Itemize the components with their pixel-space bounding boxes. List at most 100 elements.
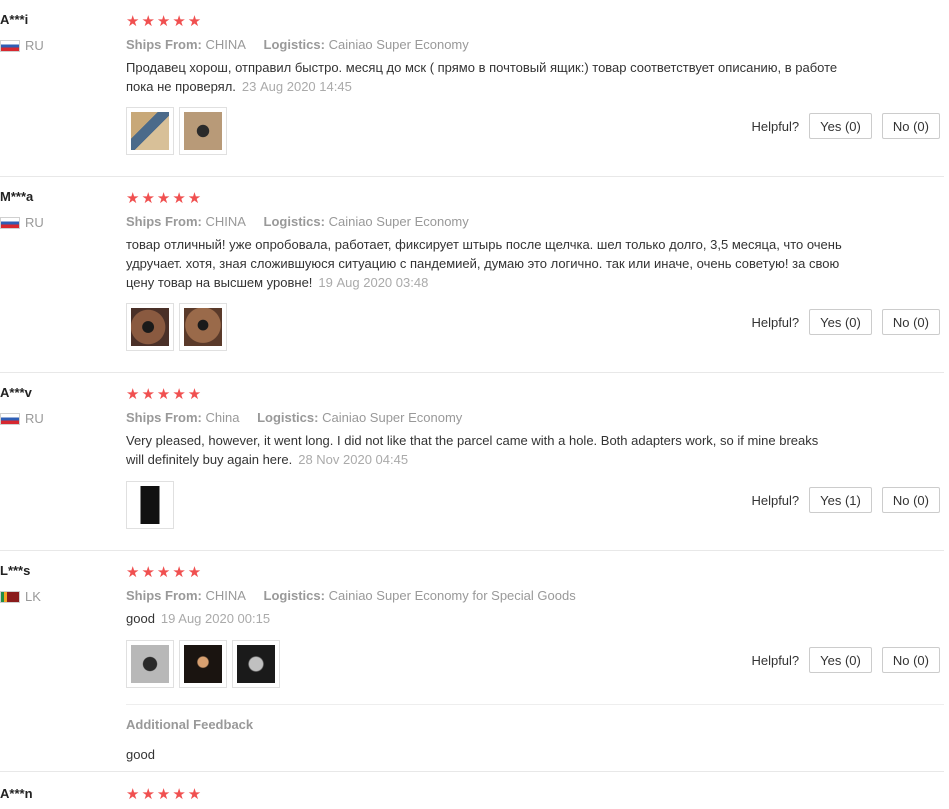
- review-text: товар отличный! уже опробовала, работает…: [126, 237, 842, 290]
- sri-lanka-flag-icon: [0, 590, 20, 603]
- helpful-section: Helpful? Yes (0) No (0): [751, 309, 940, 335]
- review-date: 28 Nov 2020 04:45: [298, 452, 409, 467]
- review-photo-thumbnail[interactable]: [126, 481, 174, 529]
- review-photo-thumbnail[interactable]: [126, 640, 174, 688]
- helpful-no-button[interactable]: No (0): [881, 113, 940, 139]
- review-photo-thumbnail[interactable]: [179, 640, 227, 688]
- helpful-section: Helpful? Yes (0) No (0): [751, 647, 940, 673]
- logistics-label: Logistics:: [257, 410, 319, 425]
- reviewer-name: A***i: [0, 12, 29, 27]
- helpful-yes-button[interactable]: Yes (0): [809, 309, 872, 335]
- review-photo-thumbnail[interactable]: [126, 303, 174, 351]
- review-photo-thumbnail[interactable]: [179, 107, 227, 155]
- helpful-yes-button[interactable]: Yes (1): [809, 487, 872, 513]
- star-rating: ★★★★★: [126, 564, 204, 581]
- review-item: A***i RU ★★★★★ Ships From: CHINA Logisti…: [0, 0, 944, 177]
- reviewer-name: M***a: [0, 189, 34, 204]
- review-content: ★★★★★ Ships From: CHINA Logistics: Caini…: [126, 565, 846, 628]
- review-photos: [126, 303, 227, 351]
- reviewer-country: RU: [0, 215, 110, 230]
- russia-flag-icon: [0, 412, 20, 425]
- reviewer-country: RU: [0, 38, 110, 53]
- russia-flag-icon: [0, 216, 20, 229]
- country-code: RU: [25, 38, 44, 53]
- helpful-yes-button[interactable]: Yes (0): [809, 113, 872, 139]
- reviewer-name: A***n: [0, 786, 33, 801]
- review-date: 19 Aug 2020 03:48: [318, 275, 429, 290]
- review-item: A***v RU ★★★★★ Ships From: China Logisti…: [0, 373, 944, 551]
- logistics-label: Logistics:: [263, 37, 325, 52]
- review-text-block: Very pleased, however, it went long. I d…: [126, 431, 826, 469]
- shipping-info: Ships From: China Logistics: Cainiao Sup…: [126, 410, 846, 425]
- helpful-label: Helpful?: [751, 314, 800, 330]
- ships-from-label: Ships From:: [126, 588, 202, 603]
- reviewer-info: M***a RU: [0, 189, 110, 230]
- country-code: LK: [25, 589, 41, 604]
- review-content: ★★★★★ Ships From: CHINA Logistics: Caini…: [126, 14, 846, 96]
- helpful-yes-button[interactable]: Yes (0): [809, 647, 872, 673]
- review-item: A***n ★★★★★: [0, 772, 944, 809]
- review-photo-thumbnail[interactable]: [179, 303, 227, 351]
- review-photos: [126, 640, 280, 688]
- reviewer-info: A***i RU: [0, 12, 110, 53]
- review-photo-thumbnail[interactable]: [126, 107, 174, 155]
- helpful-label: Helpful?: [751, 652, 800, 668]
- russia-flag-icon: [0, 39, 20, 52]
- star-rating: ★★★★★: [126, 190, 204, 207]
- reviewer-info: L***s LK: [0, 563, 110, 604]
- review-content: ★★★★★: [126, 787, 846, 803]
- helpful-label: Helpful?: [751, 118, 800, 134]
- ships-from-value: CHINA: [205, 37, 246, 52]
- review-text: good: [126, 611, 155, 626]
- ships-from-value: China: [205, 410, 240, 425]
- reviewer-country: LK: [0, 589, 110, 604]
- shipping-info: Ships From: CHINA Logistics: Cainiao Sup…: [126, 588, 846, 603]
- shipping-info: Ships From: CHINA Logistics: Cainiao Sup…: [126, 214, 846, 229]
- logistics-value: Cainiao Super Economy for Special Goods: [328, 588, 576, 603]
- star-rating: ★★★★★: [126, 13, 204, 30]
- ships-from-label: Ships From:: [126, 37, 202, 52]
- ships-from-value: CHINA: [205, 588, 246, 603]
- helpful-label: Helpful?: [751, 492, 800, 508]
- review-photos: [126, 107, 227, 155]
- star-rating: ★★★★★: [126, 786, 204, 803]
- logistics-value: Cainiao Super Economy: [322, 410, 463, 425]
- helpful-no-button[interactable]: No (0): [881, 487, 940, 513]
- logistics-label: Logistics:: [263, 214, 325, 229]
- helpful-section: Helpful? Yes (0) No (0): [751, 113, 940, 139]
- additional-feedback: Additional Feedback good: [126, 704, 944, 762]
- reviewer-info: A***v RU: [0, 385, 110, 426]
- review-photos: [126, 481, 174, 529]
- review-item: L***s LK ★★★★★ Ships From: CHINA Logisti…: [0, 551, 944, 772]
- helpful-section: Helpful? Yes (1) No (0): [751, 487, 940, 513]
- ships-from-value: CHINA: [205, 214, 246, 229]
- review-photo-thumbnail[interactable]: [232, 640, 280, 688]
- reviewer-info: A***n: [0, 786, 110, 802]
- logistics-label: Logistics:: [263, 588, 325, 603]
- country-code: RU: [25, 215, 44, 230]
- helpful-no-button[interactable]: No (0): [881, 647, 940, 673]
- logistics-value: Cainiao Super Economy: [328, 37, 469, 52]
- review-date: 23 Aug 2020 14:45: [241, 79, 352, 94]
- review-item: M***a RU ★★★★★ Ships From: CHINA Logisti…: [0, 177, 944, 373]
- logistics-value: Cainiao Super Economy: [328, 214, 469, 229]
- country-code: RU: [25, 411, 44, 426]
- reviewer-name: L***s: [0, 563, 31, 578]
- additional-feedback-text: good: [126, 747, 155, 762]
- review-text-block: good 19 Aug 2020 00:15: [126, 609, 846, 628]
- helpful-no-button[interactable]: No (0): [881, 309, 940, 335]
- ships-from-label: Ships From:: [126, 214, 202, 229]
- star-rating: ★★★★★: [126, 386, 204, 403]
- review-text-block: Продавец хорош, отправил быстро. месяц д…: [126, 58, 846, 96]
- review-text: Very pleased, however, it went long. I d…: [126, 433, 819, 467]
- review-content: ★★★★★ Ships From: CHINA Logistics: Caini…: [126, 191, 846, 292]
- reviewer-country: RU: [0, 411, 110, 426]
- review-date: 19 Aug 2020 00:15: [160, 611, 271, 626]
- additional-feedback-title: Additional Feedback: [126, 717, 254, 732]
- reviewer-name: A***v: [0, 385, 32, 400]
- review-text-block: товар отличный! уже опробовала, работает…: [126, 235, 846, 292]
- shipping-info: Ships From: CHINA Logistics: Cainiao Sup…: [126, 37, 846, 52]
- review-text: Продавец хорош, отправил быстро. месяц д…: [126, 60, 838, 94]
- review-content: ★★★★★ Ships From: China Logistics: Caini…: [126, 387, 846, 469]
- ships-from-label: Ships From:: [126, 410, 202, 425]
